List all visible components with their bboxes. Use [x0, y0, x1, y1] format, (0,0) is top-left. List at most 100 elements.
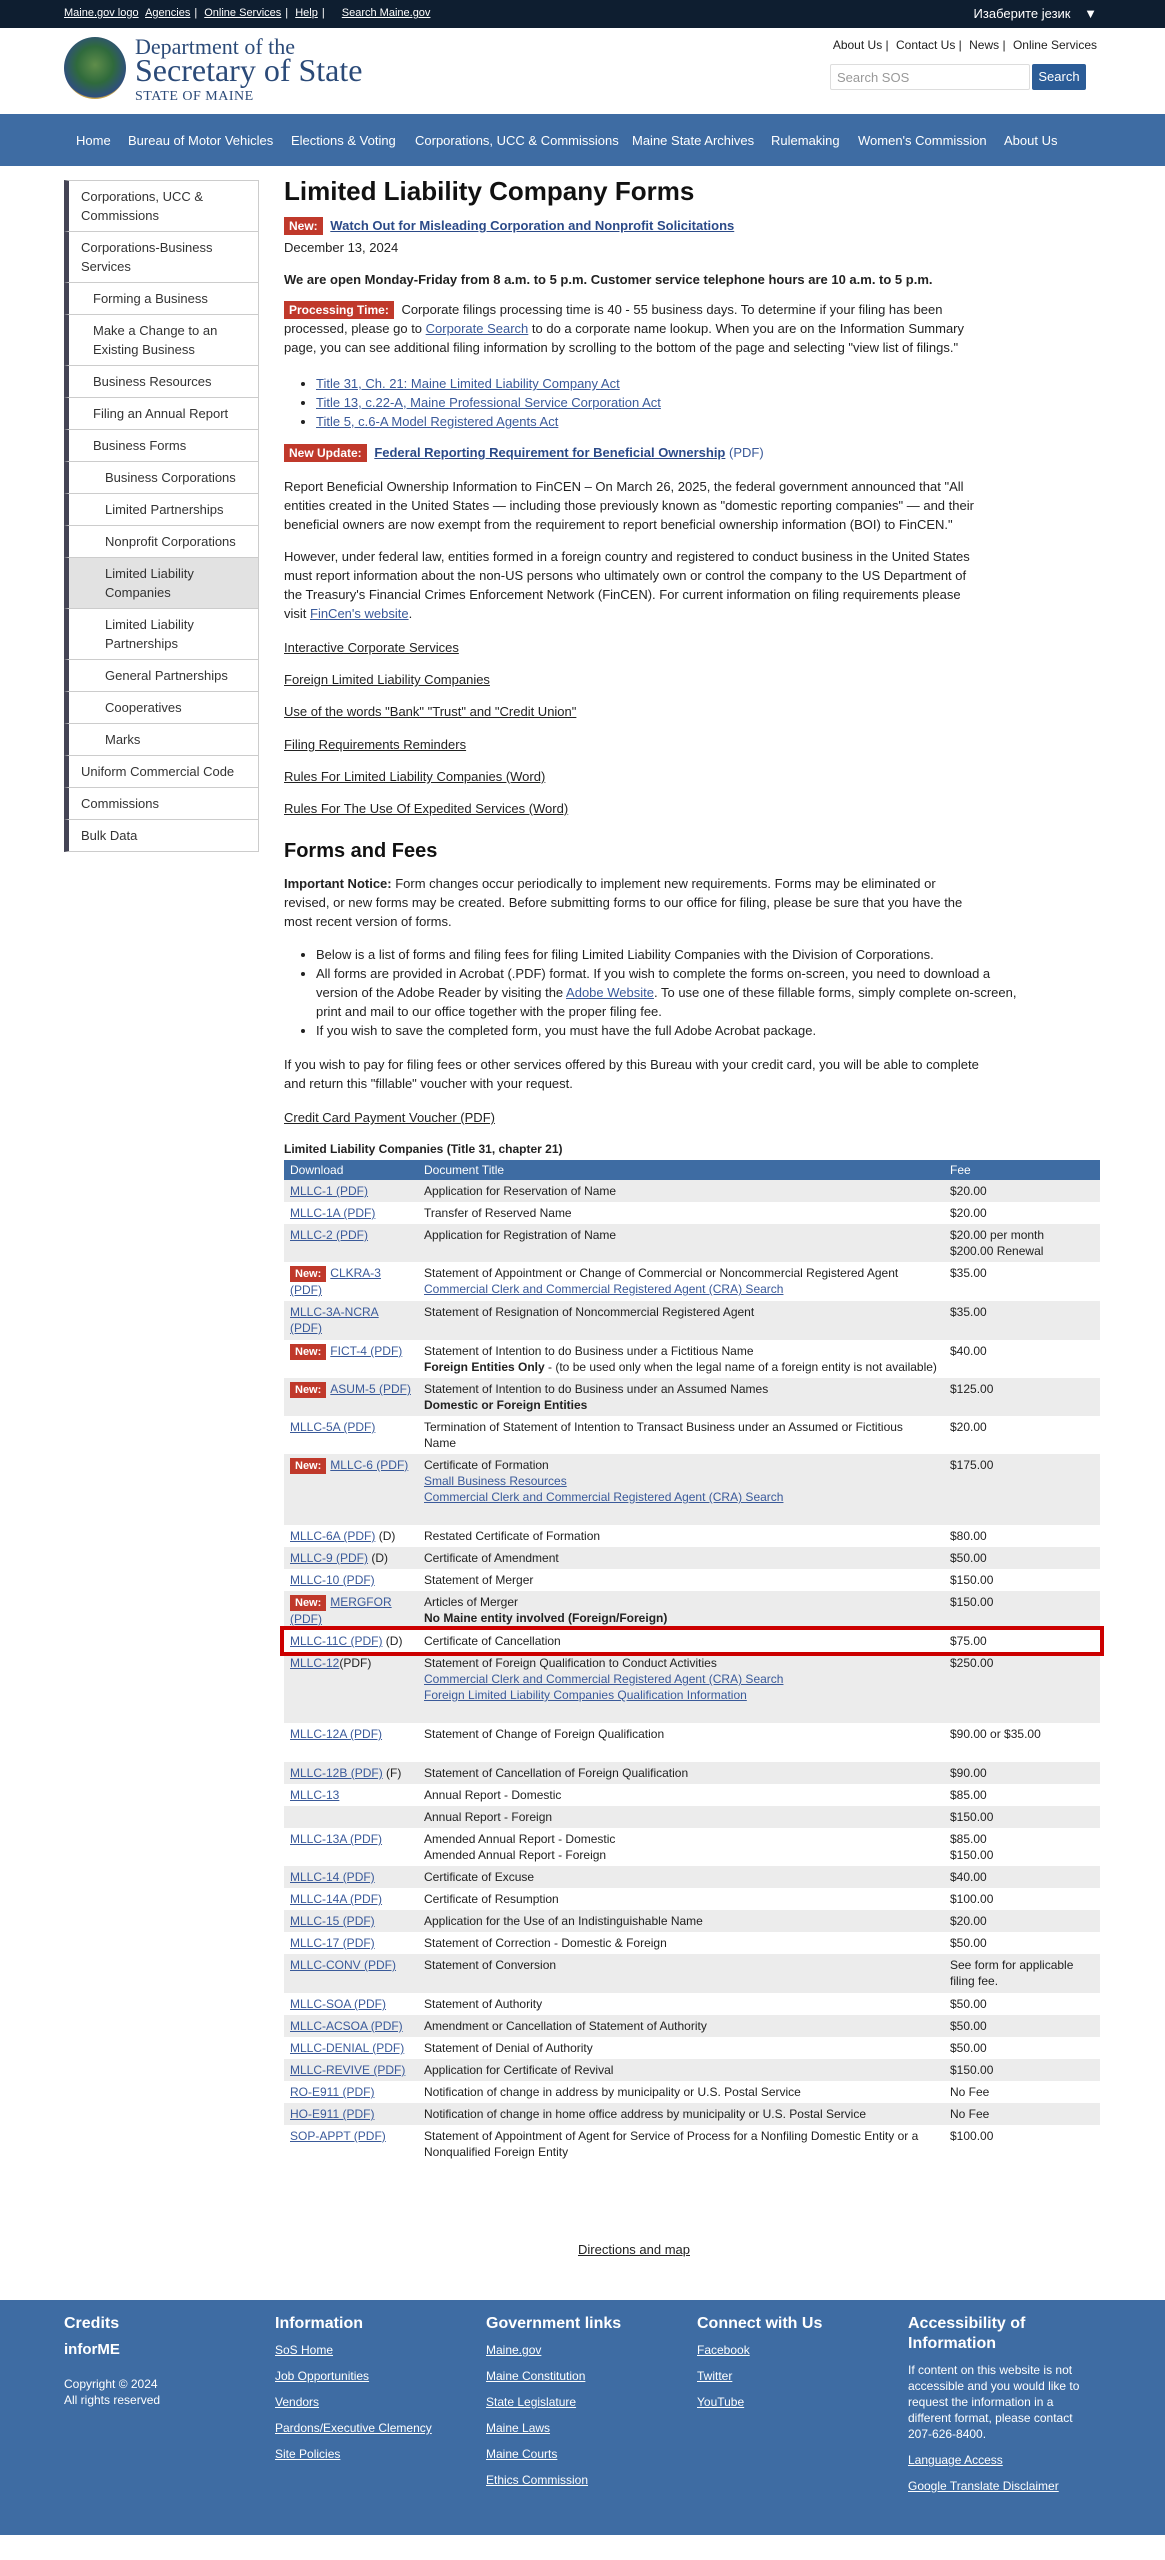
form-download-link[interactable]: HO-E911 (PDF) [290, 2107, 374, 2121]
expedited-rules-link[interactable]: Rules For The Use Of Expedited Services … [284, 799, 568, 818]
form-download-link[interactable]: MLLC-14 (PDF) [290, 1870, 375, 1884]
sidebar-item[interactable]: Uniform Commercial Code [64, 756, 259, 788]
nav-corporations[interactable]: Corporations, UCC & Commissions [415, 133, 619, 148]
nav-bmv[interactable]: Bureau of Motor Vehicles [128, 133, 273, 148]
form-download-link[interactable]: MLLC-ACSOA (PDF) [290, 2019, 403, 2033]
form-download-link[interactable]: FICT-4 (PDF) [330, 1344, 402, 1358]
related-link[interactable]: Small Business Resources [424, 1473, 938, 1489]
form-download-link[interactable]: MLLC-CONV (PDF) [290, 1958, 396, 1972]
maine-gov-logo[interactable]: Maine.gov logo [64, 7, 139, 19]
form-download-link[interactable]: MLLC-1A (PDF) [290, 1206, 375, 1220]
twitter-link[interactable]: Twitter [697, 2368, 887, 2384]
form-download-link[interactable]: MLLC-12A (PDF) [290, 1727, 382, 1741]
sidebar-item[interactable]: Business Resources [64, 366, 259, 398]
sidebar-item[interactable]: Business Corporations [64, 462, 259, 494]
form-download-link[interactable]: MLLC-DENIAL (PDF) [290, 2041, 404, 2055]
form-download-link[interactable]: MLLC-11C (PDF) [290, 1634, 382, 1648]
footer-link[interactable]: State Legislature [486, 2394, 676, 2410]
form-download-link[interactable]: RO-E911 (PDF) [290, 2085, 374, 2099]
form-download-link[interactable]: MLLC-3A-NCRA (PDF) [290, 1305, 379, 1335]
online-services-link[interactable]: Online Services [204, 7, 281, 19]
language-access-link[interactable]: Language Access [908, 2452, 1088, 2468]
sidebar-item[interactable]: Limited Partnerships [64, 494, 259, 526]
form-download-link[interactable]: MLLC-6A (PDF) [290, 1529, 375, 1543]
foreign-llc-link[interactable]: Foreign Limited Liability Companies [284, 670, 490, 689]
facebook-link[interactable]: Facebook [697, 2342, 887, 2358]
help-link[interactable]: Help [295, 7, 318, 19]
footer-link[interactable]: Ethics Commission [486, 2472, 676, 2488]
search-maine-gov-link[interactable]: Search Maine.gov [342, 7, 431, 19]
related-link[interactable]: Foreign Limited Liability Companies Qual… [424, 1687, 938, 1703]
form-download-link[interactable]: MLLC-9 (PDF) [290, 1551, 368, 1565]
sidebar-item[interactable]: Filing an Annual Report [64, 398, 259, 430]
news-link[interactable]: News [969, 38, 999, 52]
sidebar-item[interactable]: Commissions [64, 788, 259, 820]
solicitation-alert-link[interactable]: Watch Out for Misleading Corporation and… [330, 218, 734, 233]
nav-about[interactable]: About Us [1004, 133, 1057, 148]
boi-link[interactable]: Federal Reporting Requirement for Benefi… [374, 445, 725, 460]
search-button[interactable]: Search [1032, 64, 1086, 90]
nav-home[interactable]: Home [76, 133, 111, 148]
form-download-link[interactable]: SOP-APPT (PDF) [290, 2129, 386, 2143]
form-download-link[interactable]: MLLC-REVIVE (PDF) [290, 2063, 405, 2077]
sidebar-item[interactable]: Forming a Business [64, 283, 259, 315]
fincen-link[interactable]: FinCen's website [310, 606, 409, 621]
form-download-link[interactable]: MLLC-17 (PDF) [290, 1936, 375, 1950]
footer-link[interactable]: Job Opportunities [275, 2368, 465, 2384]
form-download-link[interactable]: MLLC-13 [290, 1788, 339, 1802]
form-download-link[interactable]: MLLC-1 (PDF) [290, 1184, 368, 1198]
form-download-link[interactable]: MLLC-12B (PDF) [290, 1766, 383, 1780]
sidebar-item[interactable]: Corporations, UCC & Commissions [64, 180, 259, 232]
sidebar-item[interactable]: Marks [64, 724, 259, 756]
about-us-link[interactable]: About Us [833, 38, 882, 52]
form-download-link[interactable]: MLLC-13A (PDF) [290, 1832, 382, 1846]
form-download-link[interactable]: MLLC-12 [290, 1656, 339, 1670]
footer-link[interactable]: Pardons/Executive Clemency [275, 2420, 465, 2436]
form-download-link[interactable]: MLLC-15 (PDF) [290, 1914, 375, 1928]
voucher-link[interactable]: Credit Card Payment Voucher (PDF) [284, 1108, 495, 1127]
form-download-link[interactable]: MLLC-14A (PDF) [290, 1892, 382, 1906]
llc-rules-link[interactable]: Rules For Limited Liability Companies (W… [284, 767, 545, 786]
brand-line-2[interactable]: Secretary of State [135, 52, 362, 89]
footer-link[interactable]: SoS Home [275, 2342, 465, 2358]
sidebar-item[interactable]: General Partnerships [64, 660, 259, 692]
title-31-link[interactable]: Title 31, Ch. 21: Maine Limited Liabilit… [316, 376, 620, 391]
nav-elections[interactable]: Elections & Voting [291, 133, 396, 148]
title-13-link[interactable]: Title 13, c.22-A, Maine Professional Ser… [316, 395, 661, 410]
adobe-link[interactable]: Adobe Website [566, 985, 654, 1000]
footer-link[interactable]: Vendors [275, 2394, 465, 2410]
form-download-link[interactable]: MLLC-6 (PDF) [330, 1458, 408, 1472]
footer-link[interactable]: Maine Laws [486, 2420, 676, 2436]
sidebar-item[interactable]: Cooperatives [64, 692, 259, 724]
title-5-link[interactable]: Title 5, c.6-A Model Registered Agents A… [316, 414, 558, 429]
form-download-link[interactable]: ASUM-5 (PDF) [330, 1382, 411, 1396]
nav-womens-commission[interactable]: Women's Commission [858, 133, 987, 148]
nav-rulemaking[interactable]: Rulemaking [771, 133, 840, 148]
search-input[interactable]: Search SOS [830, 64, 1030, 90]
footer-link[interactable]: Site Policies [275, 2446, 465, 2462]
informe-logo[interactable]: inforME [64, 2342, 244, 2358]
online-services-link[interactable]: Online Services [1013, 38, 1097, 52]
sidebar-item[interactable]: Corporations-Business Services [64, 232, 259, 283]
bank-trust-words-link[interactable]: Use of the words "Bank" "Trust" and "Cre… [284, 702, 576, 721]
language-select[interactable]: Изаберите језик ▼ [974, 6, 1097, 21]
sidebar-item[interactable]: Nonprofit Corporations [64, 526, 259, 558]
sidebar-item[interactable]: Limited Liability Partnerships [64, 609, 259, 660]
sidebar-item[interactable]: Make a Change to an Existing Business [64, 315, 259, 366]
form-download-link[interactable]: MLLC-10 (PDF) [290, 1573, 375, 1587]
related-link[interactable]: Commercial Clerk and Commercial Register… [424, 1671, 938, 1687]
footer-link[interactable]: Maine Courts [486, 2446, 676, 2462]
contact-us-link[interactable]: Contact Us [896, 38, 955, 52]
youtube-link[interactable]: YouTube [697, 2394, 887, 2410]
nav-archives[interactable]: Maine State Archives [632, 133, 754, 148]
state-seal-logo[interactable] [64, 37, 126, 99]
footer-link[interactable]: Maine.gov [486, 2342, 676, 2358]
directions-link[interactable]: Directions and map [578, 2240, 690, 2259]
translate-disclaimer-link[interactable]: Google Translate Disclaimer [908, 2478, 1088, 2494]
related-link[interactable]: Commercial Clerk and Commercial Register… [424, 1489, 938, 1505]
corporate-search-link[interactable]: Corporate Search [426, 321, 529, 336]
sidebar-item[interactable]: Bulk Data [64, 820, 259, 852]
filing-reminders-link[interactable]: Filing Requirements Reminders [284, 735, 466, 754]
related-link[interactable]: Commercial Clerk and Commercial Register… [424, 1281, 938, 1297]
form-download-link[interactable]: MLLC-SOA (PDF) [290, 1997, 386, 2011]
